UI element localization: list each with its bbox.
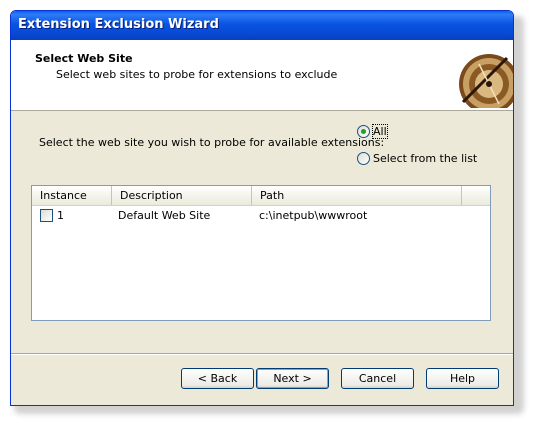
- page-subtitle: Select web sites to probe for extensions…: [56, 68, 338, 81]
- radio-all[interactable]: All: [357, 124, 388, 139]
- column-header-instance[interactable]: Instance: [32, 186, 112, 205]
- title-bar[interactable]: Extension Exclusion Wizard: [11, 11, 513, 40]
- row-checkbox[interactable]: [40, 209, 53, 222]
- help-button[interactable]: Help: [426, 368, 499, 389]
- website-list[interactable]: Instance Description Path 1 Default Web …: [31, 185, 491, 321]
- next-button[interactable]: Next >: [256, 368, 329, 389]
- wizard-window: Extension Exclusion Wizard Select Web Si…: [10, 10, 514, 406]
- table-row[interactable]: 1 Default Web Site c:\inetpub\wwwroot: [32, 207, 490, 224]
- radio-all-button[interactable]: [357, 125, 370, 138]
- radio-all-label: All: [372, 124, 388, 139]
- wizard-header: Select Web Site Select web sites to prob…: [11, 40, 513, 111]
- compass-logo-icon: [459, 54, 513, 108]
- radio-select-from-list-label: Select from the list: [373, 152, 478, 165]
- window-title: Extension Exclusion Wizard: [18, 17, 219, 32]
- column-header-description[interactable]: Description: [112, 186, 252, 205]
- footer-separator: [11, 353, 513, 355]
- probe-prompt-label: Select the web site you wish to probe fo…: [39, 136, 385, 149]
- list-header: Instance Description Path: [32, 186, 490, 206]
- page-title: Select Web Site: [35, 52, 133, 65]
- radio-select-from-list[interactable]: Select from the list: [357, 152, 477, 165]
- radio-select-from-list-button[interactable]: [357, 152, 370, 165]
- cancel-button[interactable]: Cancel: [341, 368, 414, 389]
- description-cell: Default Web Site: [118, 209, 211, 222]
- path-cell: c:\inetpub\wwwroot: [259, 209, 368, 222]
- column-header-path[interactable]: Path: [252, 186, 462, 205]
- instance-cell: 1: [57, 209, 64, 222]
- back-button[interactable]: < Back: [181, 368, 254, 389]
